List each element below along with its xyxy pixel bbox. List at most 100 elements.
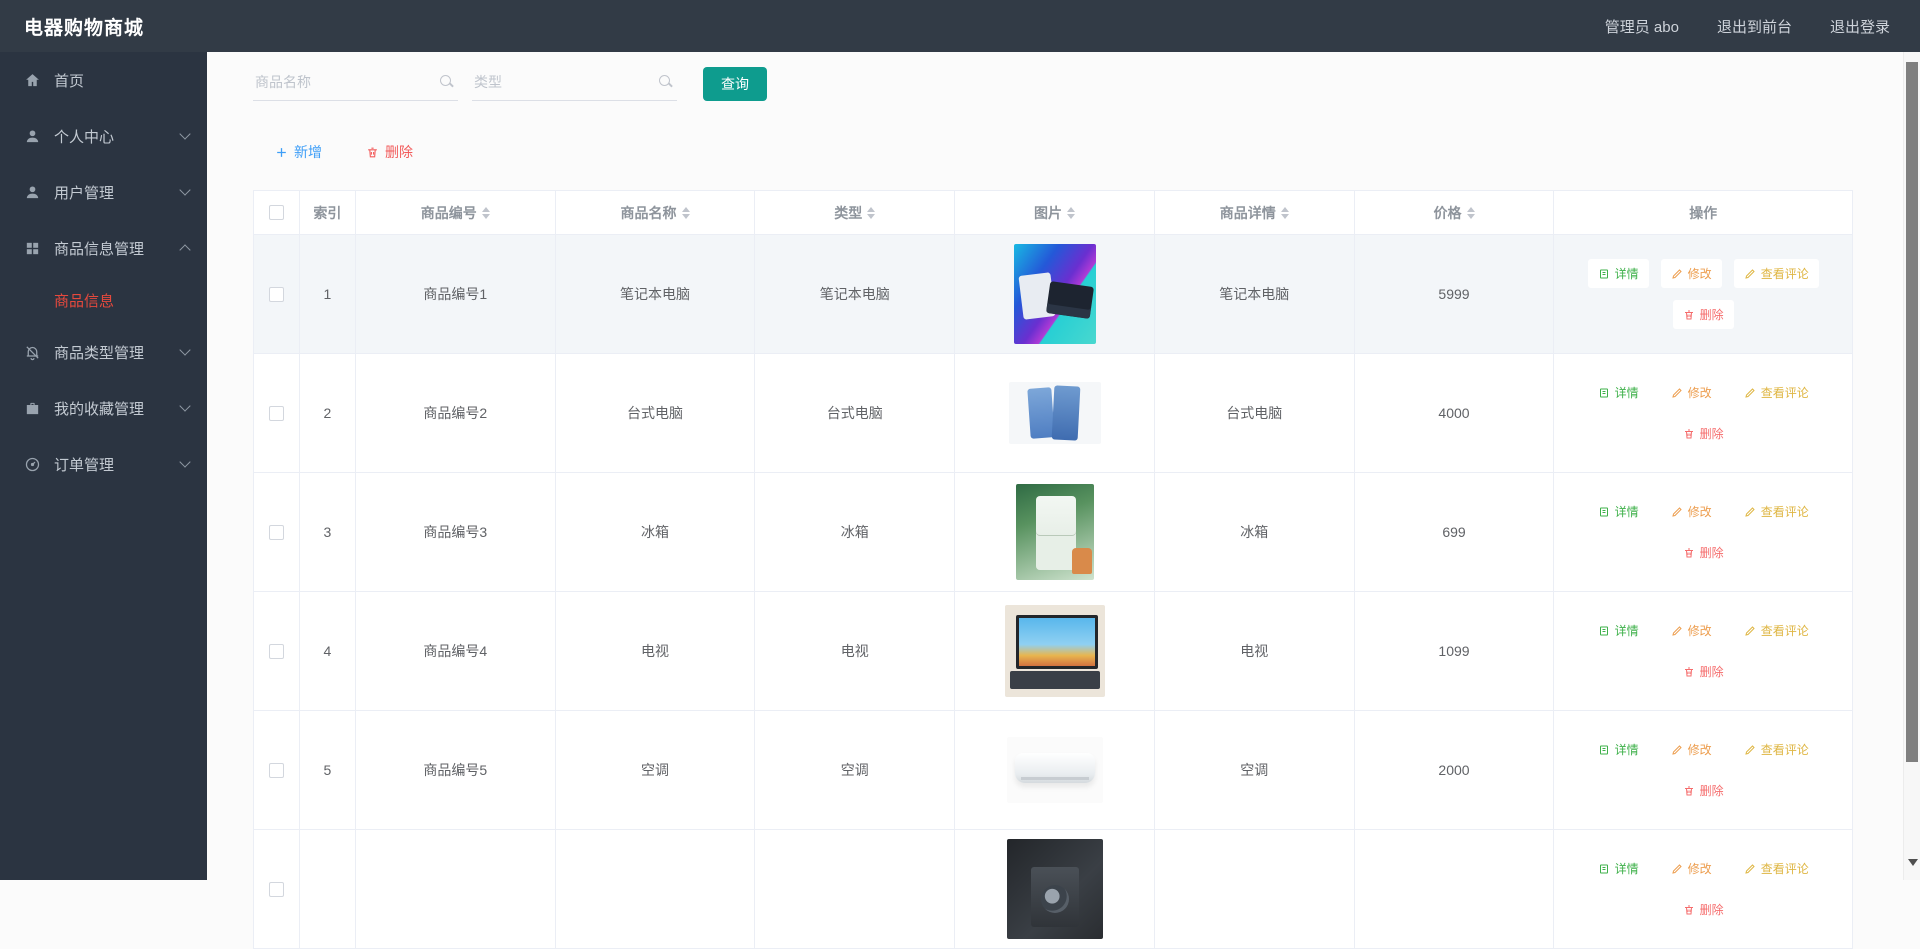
pencil-icon <box>1671 625 1683 637</box>
view-comments-button[interactable]: 查看评论 <box>1734 378 1819 407</box>
cell-actions: 详情 修改 查看评论 删除 <box>1554 473 1852 591</box>
remove-button[interactable]: 删除 <box>1673 657 1734 686</box>
column-header[interactable]: 商品名称 <box>556 191 756 234</box>
search-bar: 查询 <box>253 66 767 101</box>
pencil-icon <box>1744 506 1756 518</box>
pencil-icon <box>1671 268 1683 280</box>
table-toolbar: 新增 删除 <box>275 142 457 162</box>
edit-button[interactable]: 修改 <box>1661 735 1722 764</box>
cell-actions: 详情 修改 查看评论 删除 <box>1554 592 1852 710</box>
admin-user-link[interactable]: 管理员 abo <box>1605 16 1679 37</box>
delete-button[interactable]: 删除 <box>366 142 413 162</box>
product-image-washer <box>1007 839 1103 939</box>
sidebar-item-label: 首页 <box>54 70 189 91</box>
edit-button[interactable]: 修改 <box>1661 854 1722 883</box>
sort-carets-icon[interactable] <box>482 207 490 219</box>
row-checkbox[interactable] <box>269 763 284 778</box>
column-header[interactable]: 价格 <box>1355 191 1555 234</box>
sidebar-item-favorites-mgmt[interactable]: 我的收藏管理 <box>0 380 207 436</box>
cell-price: 5999 <box>1355 235 1555 353</box>
column-header[interactable]: 类型 <box>755 191 955 234</box>
chevron-down-icon <box>179 344 190 355</box>
cell-product-name: 台式电脑 <box>556 354 756 472</box>
scroll-down-arrow-icon[interactable] <box>1908 859 1918 866</box>
cell-price: 4000 <box>1355 354 1555 472</box>
detail-button[interactable]: 详情 <box>1588 497 1649 526</box>
sidebar-item-product-type-mgmt[interactable]: 商品类型管理 <box>0 324 207 380</box>
chevron-up-icon <box>179 244 190 255</box>
sort-carets-icon[interactable] <box>1467 207 1475 219</box>
remove-button[interactable]: 删除 <box>1673 538 1734 567</box>
column-header[interactable]: 商品编号 <box>356 191 556 234</box>
table-row: 3 商品编号3 冰箱 冰箱 冰箱 699 详情 修改 查看评论 <box>254 473 1852 592</box>
row-checkbox[interactable] <box>269 406 284 421</box>
cell-product-code <box>356 830 556 948</box>
sort-carets-icon[interactable] <box>682 207 690 219</box>
trash-icon <box>1683 904 1695 916</box>
cell-product-code: 商品编号3 <box>356 473 556 591</box>
row-checkbox[interactable] <box>269 882 284 897</box>
detail-button[interactable]: 详情 <box>1588 735 1649 764</box>
row-checkbox[interactable] <box>269 644 284 659</box>
query-button[interactable]: 查询 <box>703 67 767 101</box>
detail-button[interactable]: 详情 <box>1588 854 1649 883</box>
sidebar-item-label: 商品信息管理 <box>54 238 181 259</box>
add-button[interactable]: 新增 <box>275 142 322 162</box>
cell-index: 1 <box>300 235 356 353</box>
product-name-input[interactable] <box>255 74 434 90</box>
trash-icon <box>1683 785 1695 797</box>
cell-actions: 详情 修改 查看评论 删除 <box>1554 830 1852 948</box>
row-checkbox[interactable] <box>269 287 284 302</box>
remove-button[interactable]: 删除 <box>1673 419 1734 448</box>
sort-carets-icon[interactable] <box>1067 207 1075 219</box>
sort-carets-icon[interactable] <box>867 207 875 219</box>
cell-product-code: 商品编号1 <box>356 235 556 353</box>
cell-product-detail: 电视 <box>1155 592 1355 710</box>
sidebar-item-orders-mgmt[interactable]: 订单管理 <box>0 436 207 492</box>
view-comments-button[interactable]: 查看评论 <box>1734 854 1819 883</box>
edit-button[interactable]: 修改 <box>1661 497 1722 526</box>
sidebar-subitem-product-info[interactable]: 商品信息 <box>0 276 207 324</box>
sidebar-subitem-label: 商品信息 <box>54 290 114 311</box>
page-scrollbar[interactable] <box>1903 52 1920 880</box>
column-header: 操作 <box>1554 191 1852 234</box>
sort-carets-icon[interactable] <box>1281 207 1289 219</box>
remove-button[interactable]: 删除 <box>1673 300 1734 329</box>
detail-button[interactable]: 详情 <box>1588 259 1649 288</box>
cell-price: 2000 <box>1355 711 1555 829</box>
logout-link[interactable]: 退出登录 <box>1830 16 1890 37</box>
column-header[interactable]: 图片 <box>955 191 1155 234</box>
detail-button[interactable]: 详情 <box>1588 378 1649 407</box>
view-comments-button[interactable]: 查看评论 <box>1734 259 1819 288</box>
cell-actions: 详情 修改 查看评论 删除 <box>1554 235 1852 353</box>
type-input[interactable] <box>474 74 653 90</box>
sidebar-item-users[interactable]: 用户管理 <box>0 164 207 220</box>
remove-button[interactable]: 删除 <box>1673 776 1734 805</box>
detail-button[interactable]: 详情 <box>1588 616 1649 645</box>
sidebar-item-home[interactable]: 首页 <box>0 52 207 108</box>
sidebar-item-product-info-mgmt[interactable]: 商品信息管理 <box>0 220 207 276</box>
exit-to-front-link[interactable]: 退出到前台 <box>1717 16 1792 37</box>
trash-icon <box>1683 666 1695 678</box>
view-comments-button[interactable]: 查看评论 <box>1734 616 1819 645</box>
product-image-ac <box>1007 737 1103 803</box>
product-image-fridge <box>1016 484 1094 580</box>
column-header[interactable]: 商品详情 <box>1155 191 1355 234</box>
remove-button[interactable]: 删除 <box>1673 895 1734 924</box>
edit-button[interactable]: 修改 <box>1661 378 1722 407</box>
view-comments-button[interactable]: 查看评论 <box>1734 497 1819 526</box>
cell-product-code: 商品编号5 <box>356 711 556 829</box>
select-all-checkbox[interactable] <box>269 205 284 220</box>
sidebar-item-profile[interactable]: 个人中心 <box>0 108 207 164</box>
edit-button[interactable]: 修改 <box>1661 259 1722 288</box>
sidebar-item-label: 商品类型管理 <box>54 342 181 363</box>
view-comments-button[interactable]: 查看评论 <box>1734 735 1819 764</box>
user-icon <box>24 128 41 145</box>
product-image-laptop <box>1014 244 1096 344</box>
scrollbar-thumb[interactable] <box>1906 62 1918 762</box>
pencil-icon <box>1744 744 1756 756</box>
edit-button[interactable]: 修改 <box>1661 616 1722 645</box>
row-checkbox[interactable] <box>269 525 284 540</box>
trash-icon <box>1683 428 1695 440</box>
main-content: 查询 新增 删除 索引商品编号商品名称类型图片商品详情价格操作 1 商品编号1 … <box>207 52 1903 880</box>
